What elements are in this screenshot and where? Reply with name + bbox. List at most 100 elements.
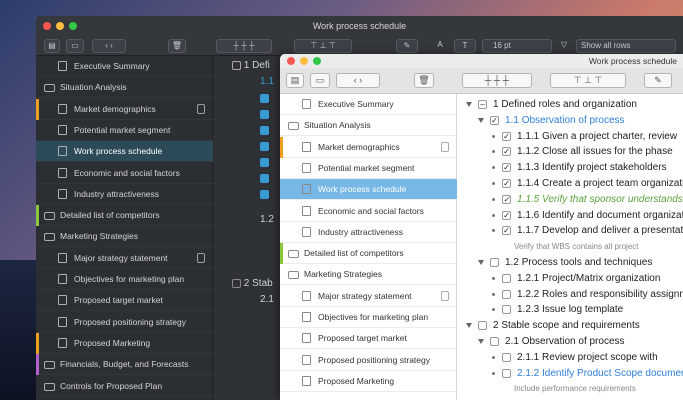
trash-icon[interactable]: 🗑 bbox=[168, 39, 186, 53]
outline-text: Verify that sponsor understands bbox=[542, 193, 683, 205]
sidebar-item[interactable]: Potential market segment bbox=[36, 120, 213, 141]
font-size-value: 16 pt bbox=[493, 41, 511, 50]
new-folder-icon[interactable]: ▭ bbox=[310, 73, 330, 88]
sidebar-item[interactable]: Market demographics bbox=[36, 98, 213, 120]
task-checkbox[interactable] bbox=[490, 337, 499, 346]
zoom-button[interactable] bbox=[313, 57, 321, 65]
sidebar-item-label: Proposed positioning strategy bbox=[318, 354, 430, 365]
font-size-field[interactable]: 16 pt bbox=[482, 39, 552, 53]
disclosure-triangle-icon[interactable] bbox=[478, 339, 484, 344]
task-checkbox[interactable]: ✓ bbox=[490, 115, 499, 125]
sidebar-item[interactable]: Objectives for marketing plan bbox=[36, 269, 213, 290]
sidebar-item[interactable]: Major strategy statement bbox=[280, 286, 457, 307]
sidebar-item[interactable]: Marketing Strategies bbox=[280, 264, 457, 286]
filter-icon[interactable]: ▽ bbox=[558, 39, 570, 53]
task-checkbox[interactable]: ✓ bbox=[502, 163, 511, 173]
folder-icon bbox=[44, 212, 55, 221]
sidebar-item[interactable]: Detailed list of competitors bbox=[36, 205, 213, 227]
minimize-button[interactable] bbox=[56, 22, 64, 30]
zoom-button[interactable] bbox=[69, 22, 77, 30]
task-checkbox[interactable] bbox=[502, 273, 511, 283]
back-forward-buttons[interactable]: ‹ › bbox=[92, 39, 126, 53]
disclosure-triangle-icon[interactable] bbox=[466, 102, 472, 107]
close-button[interactable] bbox=[287, 57, 295, 65]
task-checkbox[interactable] bbox=[502, 305, 511, 315]
sidebar-item[interactable]: Financials, Budget, and Forecasts bbox=[36, 354, 213, 376]
new-doc-icon[interactable]: ▤ bbox=[286, 73, 304, 88]
sidebar-item[interactable]: Proposed target market bbox=[280, 328, 457, 350]
sidebar-item[interactable]: Economic and social factors bbox=[36, 163, 213, 184]
task-checkbox[interactable]: ✓ bbox=[502, 210, 511, 220]
sidebar-item[interactable]: Proposed positioning strategy bbox=[36, 312, 213, 333]
task-checkbox[interactable]: ✓ bbox=[502, 226, 511, 236]
sidebar-item[interactable]: Executive Summary bbox=[36, 56, 213, 77]
sidebar-item[interactable]: Situation Analysis bbox=[280, 115, 457, 137]
sidebar-item[interactable]: Major strategy statement bbox=[36, 248, 213, 269]
folder-icon bbox=[44, 84, 55, 93]
folder-icon bbox=[44, 382, 55, 391]
sidebar-item[interactable]: Objectives for marketing plan bbox=[280, 307, 457, 328]
sidebar-item-label: Objectives for marketing plan bbox=[318, 312, 429, 322]
task-checkbox[interactable] bbox=[502, 368, 511, 378]
sidebar-item-label: Major strategy statement bbox=[74, 252, 168, 263]
task-checkbox[interactable]: ✓ bbox=[502, 194, 511, 204]
sidebar-item-label: Potential market segment bbox=[318, 162, 415, 173]
task-checkbox[interactable] bbox=[478, 321, 487, 331]
new-folder-icon[interactable]: ▭ bbox=[66, 39, 84, 53]
task-checkbox[interactable]: ✓ bbox=[502, 131, 511, 141]
outline-row-content: Verify that WBS contains all project bbox=[514, 239, 639, 254]
sidebar-item[interactable]: Proposed positioning strategy bbox=[280, 350, 457, 371]
light-window-controls bbox=[287, 57, 321, 65]
insert-row-buttons[interactable]: ┼ ┼ ┼ bbox=[216, 39, 272, 53]
text-style-icon[interactable]: T bbox=[454, 39, 476, 53]
sidebar-item[interactable]: Proposed Marketing bbox=[36, 332, 213, 354]
sidebar-item[interactable]: Proposed Marketing bbox=[280, 371, 457, 392]
doc-icon bbox=[58, 316, 67, 327]
task-checkbox[interactable]: ✓ bbox=[502, 179, 511, 188]
sidebar-item[interactable]: Detailed list of competitors bbox=[280, 243, 457, 265]
close-button[interactable] bbox=[43, 22, 51, 30]
task-checkbox[interactable]: – bbox=[478, 100, 487, 109]
back-forward-buttons[interactable]: ‹ › bbox=[336, 73, 380, 88]
align-buttons[interactable]: ⊤ ⊥ ⊤ bbox=[550, 73, 626, 88]
sidebar-item[interactable]: Marketing Strategies bbox=[36, 226, 213, 248]
sidebar-item[interactable]: Economic and social factors bbox=[280, 201, 457, 222]
sidebar-item[interactable]: Potential market segment bbox=[280, 158, 457, 179]
insert-row-buttons[interactable]: ┼ ┼ ┼ bbox=[462, 73, 532, 88]
sidebar-item[interactable]: Industry attractiveness bbox=[280, 222, 457, 243]
doc-icon bbox=[58, 274, 67, 284]
sidebar-item[interactable]: Proposed target market bbox=[36, 290, 213, 312]
doc-icon bbox=[302, 162, 311, 173]
new-doc-icon[interactable]: ▤ bbox=[44, 39, 60, 53]
edit-icon[interactable]: ✎ bbox=[644, 73, 672, 88]
edit-icon[interactable]: ✎ bbox=[396, 39, 418, 53]
align-buttons[interactable]: ⊤ ⊥ ⊤ bbox=[294, 39, 352, 53]
sidebar-item[interactable]: Executive Summary bbox=[280, 94, 457, 115]
font-icon[interactable]: A bbox=[432, 39, 448, 53]
outline-number: 1 bbox=[493, 99, 499, 110]
sidebar-item[interactable]: Work process schedule bbox=[280, 179, 457, 201]
sidebar-item[interactable]: Situation Analysis bbox=[36, 77, 213, 99]
trash-icon[interactable]: 🗑 bbox=[414, 73, 434, 88]
minimize-button[interactable] bbox=[300, 57, 308, 65]
disclosure-triangle-icon[interactable] bbox=[478, 117, 484, 123]
sidebar-item[interactable]: Industry attractiveness bbox=[36, 184, 213, 205]
sidebar-item[interactable]: Market demographics bbox=[280, 136, 457, 158]
disclosure-triangle-icon[interactable] bbox=[466, 323, 472, 329]
outline-row-content: 1.1.5 Verify that sponsor understands bbox=[517, 192, 683, 207]
color-label-stripe bbox=[280, 136, 283, 158]
row-filter-select[interactable]: Show all rows bbox=[576, 39, 676, 53]
sidebar-item-label: Market demographics bbox=[74, 103, 156, 114]
bullet-icon bbox=[492, 166, 495, 170]
disclosure-triangle-icon[interactable] bbox=[478, 260, 484, 265]
dark-title-bar: Work process schedule bbox=[36, 16, 683, 36]
task-checkbox[interactable] bbox=[502, 352, 511, 362]
task-checkbox[interactable] bbox=[502, 289, 511, 299]
task-checkbox[interactable]: ✓ bbox=[502, 147, 511, 157]
bullet-icon bbox=[492, 355, 495, 359]
task-checkbox[interactable] bbox=[490, 258, 499, 267]
sidebar-item[interactable]: Controls for Proposed Plan bbox=[36, 376, 213, 397]
doc-icon bbox=[58, 295, 67, 306]
sidebar-item[interactable]: Work process schedule bbox=[36, 141, 213, 163]
outline-row-content: 1.1.3 Identify project stakeholders bbox=[517, 160, 667, 175]
